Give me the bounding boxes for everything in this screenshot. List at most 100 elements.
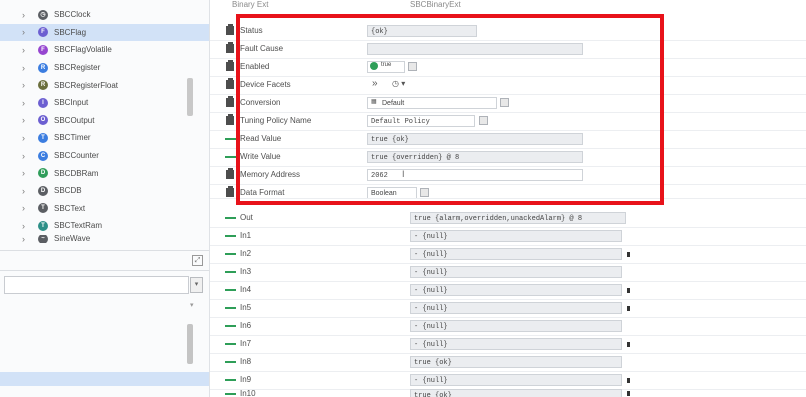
in-value: - {null} — [410, 302, 622, 314]
slot-label: In6 — [240, 321, 252, 330]
chevron-right-icon[interactable]: › — [22, 151, 25, 161]
chevron-right-icon[interactable]: › — [22, 203, 25, 213]
tree-item-label: SBCFlagVolatile — [54, 45, 112, 55]
slot-row-in10: In10 true {ok} — [210, 389, 806, 397]
chevron-right-icon[interactable]: › — [22, 221, 25, 231]
tree-item-label: SBCInput — [54, 98, 89, 108]
slot-dash-icon — [225, 138, 236, 140]
chevron-right-icon[interactable]: › — [22, 45, 25, 55]
slot-marker — [627, 252, 630, 257]
slot-row-in3: In3 - {null} — [210, 263, 806, 282]
chevron-right-icon[interactable]: › — [22, 27, 25, 37]
slot-dash-icon — [225, 271, 236, 273]
binary-ext-label: Binary Ext — [232, 0, 269, 9]
tree-item-label: SBCRegisterFloat — [54, 80, 119, 90]
palette-selected-row[interactable] — [0, 372, 209, 386]
palette-scrollbar[interactable] — [187, 324, 193, 364]
in-value: - {null} — [410, 230, 622, 242]
expand-icon[interactable]: ⤢ — [192, 255, 203, 266]
tree-item-sbctextram[interactable]: › T SBCTextRam — [0, 217, 209, 235]
chevron-right-icon[interactable]: › — [22, 63, 25, 73]
tree-item-label: SBCCounter — [54, 151, 99, 161]
register-float-icon: R — [38, 80, 48, 91]
property-icon — [226, 168, 234, 179]
chevron-right-icon[interactable]: › — [22, 235, 25, 243]
db-ram-icon: D — [38, 168, 48, 179]
in-value: - {null} — [410, 284, 622, 296]
register-icon: R — [38, 62, 48, 73]
in-value: true {ok} — [410, 389, 622, 397]
slot-dash-icon — [225, 156, 236, 158]
tree-item-sbcinput[interactable]: › I SBCInput — [0, 94, 209, 112]
chevron-right-icon[interactable]: › — [22, 133, 25, 143]
property-icon — [226, 60, 234, 71]
in-value: - {null} — [410, 338, 622, 350]
palette-select[interactable] — [4, 276, 189, 294]
input-icon: I — [38, 97, 48, 108]
tree-item-sbcflagvolatile[interactable]: › F SBCFlagVolatile — [0, 41, 209, 59]
chevron-right-icon[interactable]: › — [22, 168, 25, 178]
highlight-box — [236, 14, 664, 205]
slot-dash-icon — [225, 379, 236, 381]
counter-icon: C — [38, 150, 48, 161]
slot-row-out: Out true {alarm,overridden,unackedAlarm}… — [210, 209, 806, 228]
property-icon — [226, 96, 234, 107]
binary-ext-type: SBCBinaryExt — [410, 0, 461, 9]
property-icon — [226, 114, 234, 125]
in-value: - {null} — [410, 374, 622, 386]
slot-label: In1 — [240, 231, 252, 240]
left-panel: › ◷ SBCClock › F SBCFlag › F SBCFlagVola… — [0, 0, 210, 397]
db-icon: D — [38, 185, 48, 196]
property-icon — [226, 186, 234, 197]
sinewave-icon: ~ — [38, 234, 48, 243]
in-value: - {null} — [410, 266, 622, 278]
tree-item-sbcregister[interactable]: › R SBCRegister — [0, 59, 209, 77]
slot-dash-icon — [225, 343, 236, 345]
slot-marker — [627, 288, 630, 293]
chevron-right-icon[interactable]: › — [22, 115, 25, 125]
property-icon — [226, 42, 234, 53]
chevron-right-icon[interactable]: › — [22, 186, 25, 196]
tree-scrollbar[interactable] — [187, 78, 193, 116]
slot-row-in5: In5 - {null} — [210, 299, 806, 318]
tree-item-label: SBCRegister — [54, 63, 101, 73]
chevron-right-icon[interactable]: › — [22, 80, 25, 90]
caret-down-icon: ▾ — [190, 302, 194, 309]
slot-label: In7 — [240, 339, 252, 348]
panel-divider — [0, 250, 209, 251]
slot-dash-icon — [225, 325, 236, 327]
slot-dash-icon — [225, 289, 236, 291]
tree-item-label: SBCFlag — [54, 27, 87, 37]
palette-dropdown-button[interactable]: ▾ — [190, 277, 203, 293]
chevron-right-icon[interactable]: › — [22, 98, 25, 108]
tree-item-sbcoutput[interactable]: › O SBCOutput — [0, 112, 209, 130]
slot-marker — [627, 391, 630, 396]
tree-item-sbcdbram[interactable]: › D SBCDBRam — [0, 164, 209, 182]
tree-item-sbcflag[interactable]: › F SBCFlag — [0, 23, 209, 42]
property-icon — [226, 78, 234, 89]
flag-icon: F — [38, 27, 48, 38]
slot-label: In8 — [240, 357, 252, 366]
tree-item-sbcregisterfloat[interactable]: › R SBCRegisterFloat — [0, 76, 209, 94]
slot-dash-icon — [225, 235, 236, 237]
tree-item-sbctext[interactable]: › T SBCText — [0, 200, 209, 218]
tree-item-sinewave[interactable]: › ~ SineWave — [0, 234, 209, 243]
slot-label: Out — [240, 213, 253, 222]
slot-row-in7: In7 - {null} — [210, 335, 806, 354]
slot-row-in9: In9 - {null} — [210, 371, 806, 390]
chevron-right-icon[interactable]: › — [22, 10, 25, 20]
tree-item-label: SBCOutput — [54, 115, 95, 125]
tree-item-label: SBCTimer — [54, 133, 91, 143]
tree-item-label: SBCDB — [54, 186, 82, 196]
tree-item-sbcclock[interactable]: › ◷ SBCClock — [0, 6, 209, 24]
tree-item-sbcdb[interactable]: › D SBCDB — [0, 182, 209, 200]
component-tree: › ◷ SBCClock › F SBCFlag › F SBCFlagVola… — [0, 6, 209, 243]
slot-label: In4 — [240, 285, 252, 294]
in-value: - {null} — [410, 320, 622, 332]
tree-item-sbctimer[interactable]: › T SBCTimer — [0, 129, 209, 147]
text-icon: T — [38, 203, 48, 214]
in-value: true {ok} — [410, 356, 622, 368]
in-value: - {null} — [410, 248, 622, 260]
tree-item-label: SBCClock — [54, 10, 91, 20]
tree-item-sbccounter[interactable]: › C SBCCounter — [0, 147, 209, 165]
